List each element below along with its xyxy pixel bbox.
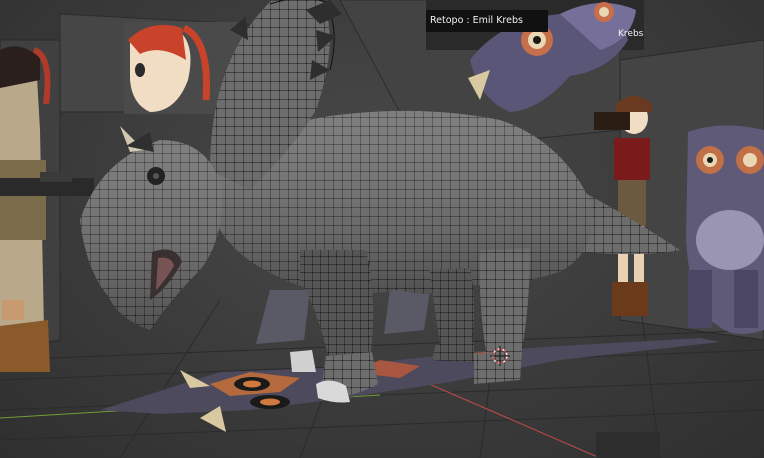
reference-dino-front <box>686 125 764 334</box>
scene-object-partial <box>596 432 660 458</box>
x-axis-line <box>419 379 601 458</box>
reference-image-caption: Retopo : Emil Krebs <box>426 10 548 32</box>
3d-viewport[interactable]: Retopo : Emil Krebs Krebs <box>0 0 764 458</box>
scene-canvas[interactable] <box>0 0 764 458</box>
reference-image-caption-2: Krebs <box>618 29 644 39</box>
